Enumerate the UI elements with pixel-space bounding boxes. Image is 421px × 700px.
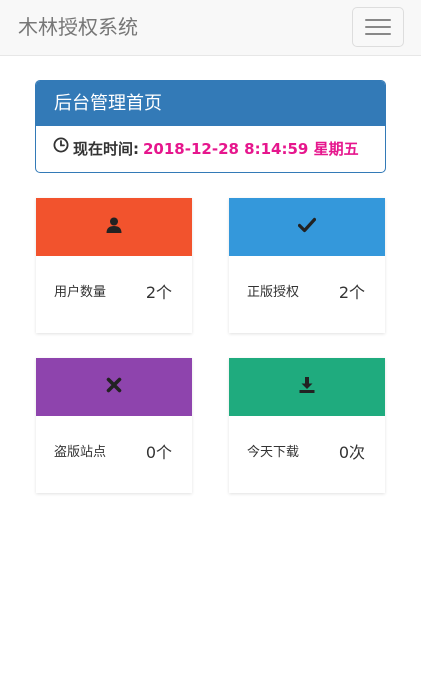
stat-card-pirate-sites[interactable]: 盗版站点 0个 — [36, 358, 192, 493]
user-icon — [105, 216, 123, 239]
stat-card-downloads[interactable]: 今天下载 0次 — [229, 358, 385, 493]
stat-label: 用户数量 — [54, 285, 107, 300]
stat-value: 0个 — [145, 443, 172, 462]
stat-label: 正版授权 — [247, 285, 300, 300]
panel-title: 后台管理首页 — [36, 81, 385, 126]
stat-label: 盗版站点 — [54, 445, 107, 460]
navbar: 木林授权系统 — [0, 0, 421, 56]
stat-card-header — [229, 198, 385, 256]
check-icon — [297, 217, 317, 238]
download-icon — [298, 376, 316, 399]
stat-card-header — [36, 198, 192, 256]
stat-card-header — [229, 358, 385, 416]
stat-card-header — [36, 358, 192, 416]
brand-title[interactable]: 木林授权系统 — [18, 14, 138, 40]
stat-label: 今天下载 — [247, 445, 300, 460]
stat-card-licenses[interactable]: 正版授权 2个 — [229, 198, 385, 333]
clock-icon — [53, 125, 69, 172]
time-label: 现在时间: — [73, 140, 139, 158]
stat-value: 0次 — [338, 443, 365, 462]
dashboard-panel: 后台管理首页 现在时间: 2018-12-28 8:14:59 星期五 — [35, 80, 386, 173]
stat-card-users[interactable]: 用户数量 2个 — [36, 198, 192, 333]
stat-value: 2个 — [338, 283, 365, 302]
menu-toggle-button[interactable] — [352, 7, 404, 47]
current-time-row: 现在时间: 2018-12-28 8:14:59 星期五 — [36, 125, 385, 172]
close-icon — [106, 377, 122, 398]
time-value: 2018-12-28 8:14:59 星期五 — [143, 140, 359, 158]
stat-value: 2个 — [145, 283, 172, 302]
